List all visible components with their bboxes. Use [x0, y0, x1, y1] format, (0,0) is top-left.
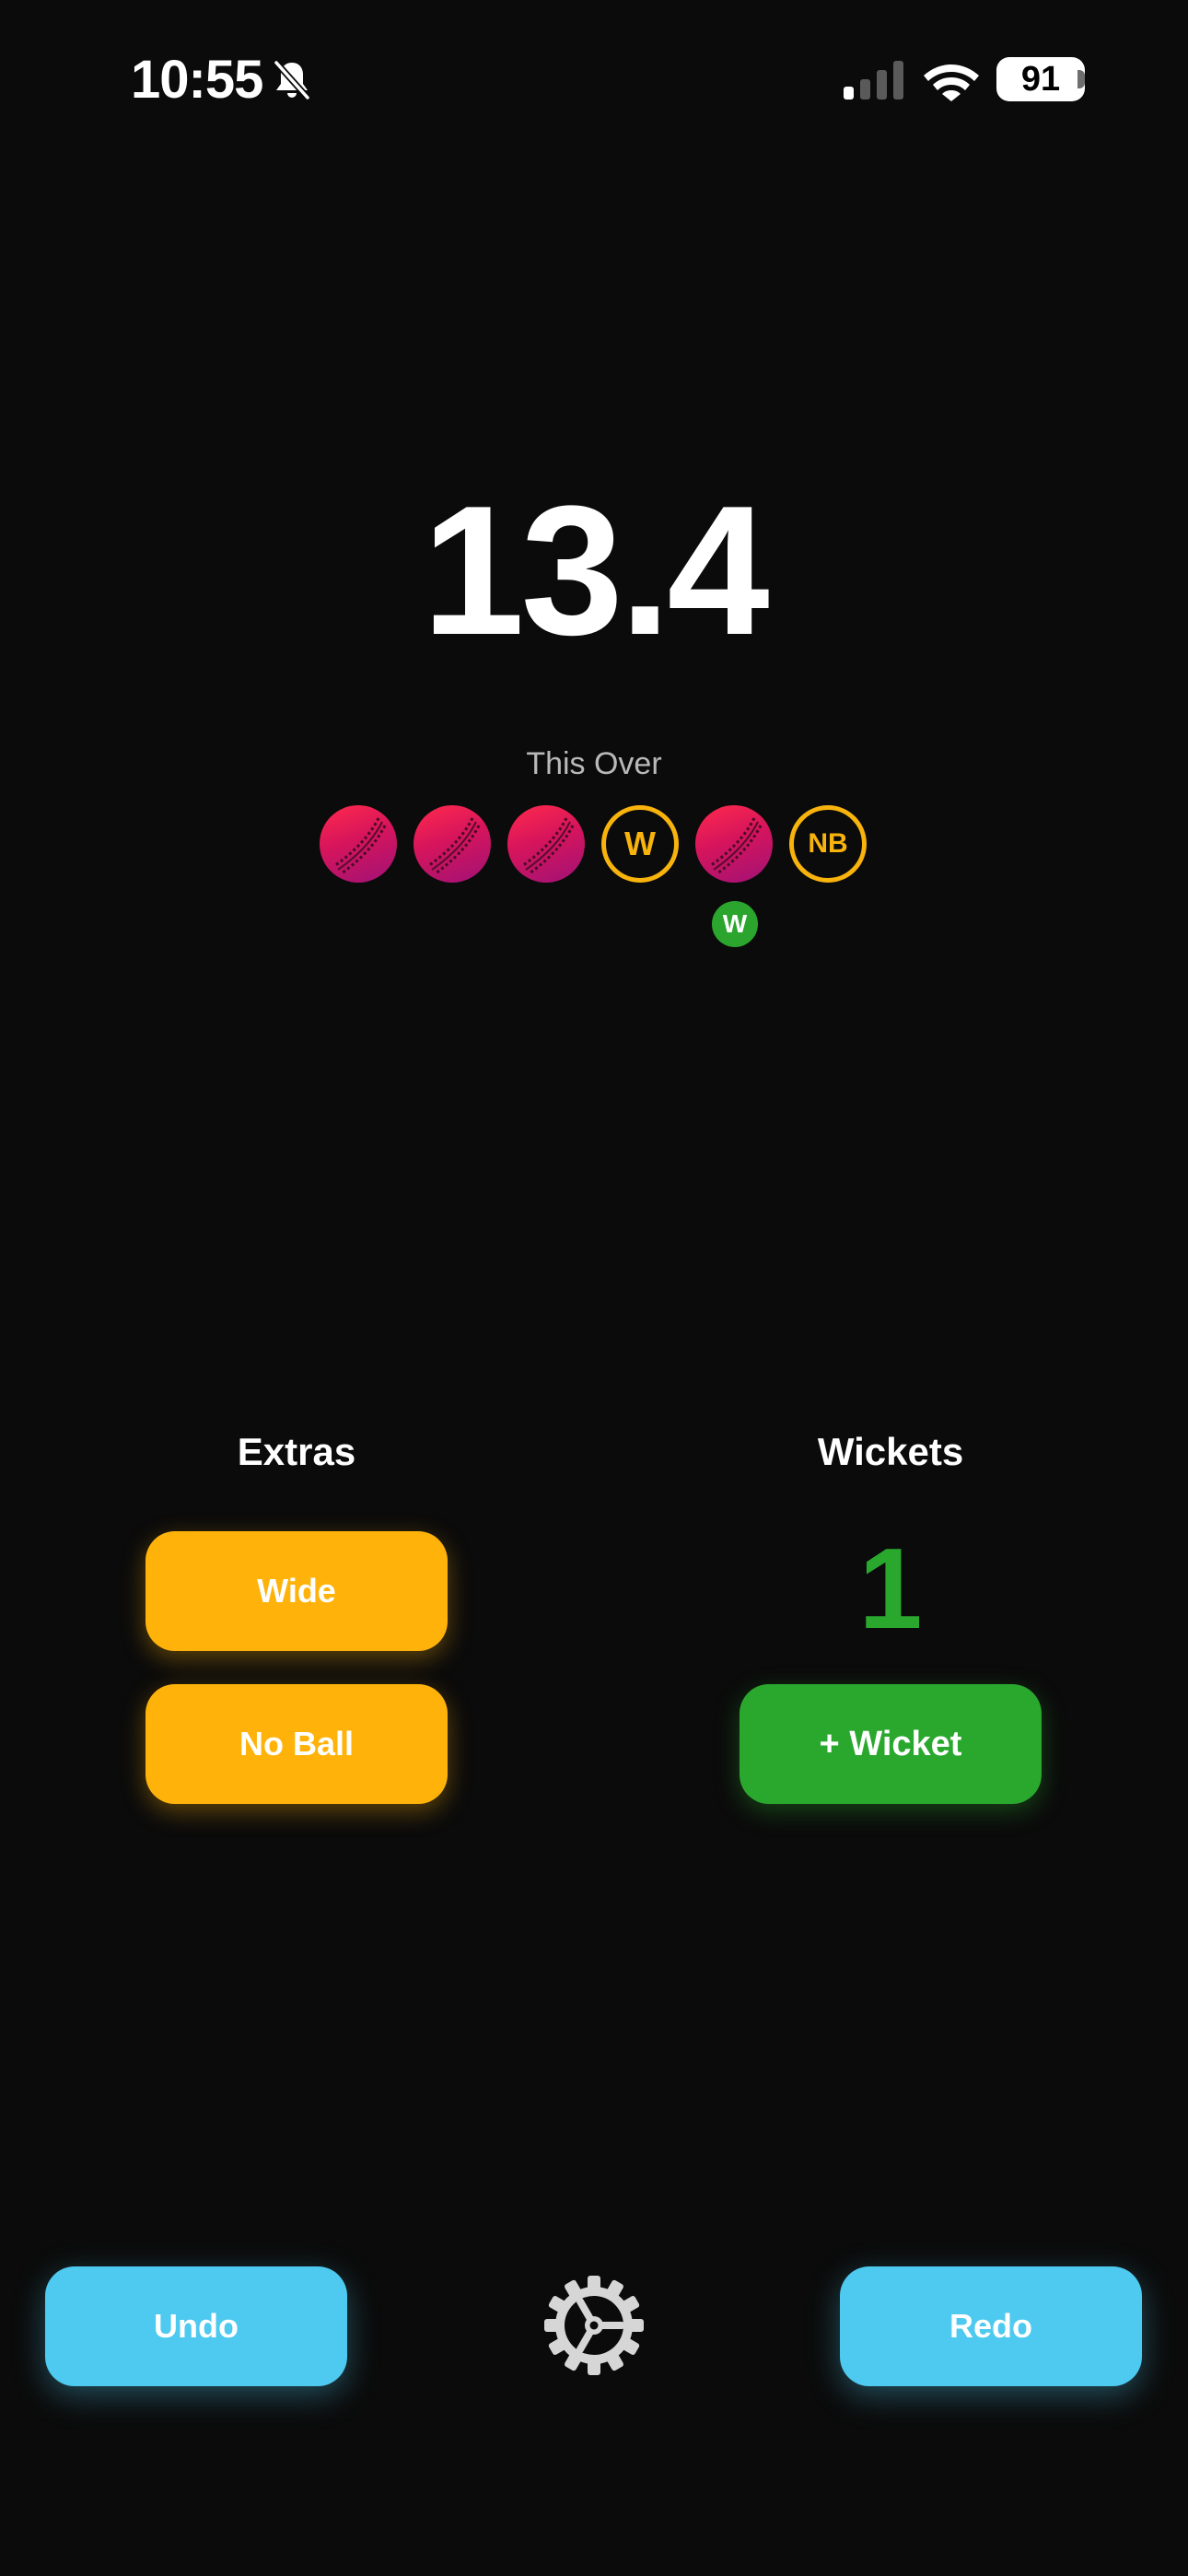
undo-button[interactable]: Undo: [45, 2266, 347, 2386]
gear-icon[interactable]: [544, 2276, 644, 2375]
wide-marker: W: [601, 805, 679, 883]
cricket-ball-icon: [413, 805, 491, 883]
bell-slash-icon: [274, 60, 310, 100]
cricket-ball-icon: [695, 805, 773, 883]
delivery-extra-no-ball: NB: [789, 805, 867, 883]
no-ball-marker: NB: [789, 805, 867, 883]
delivery-extra-wide: W: [601, 805, 679, 883]
redo-button[interactable]: Redo: [840, 2266, 1142, 2386]
extras-title: Extras: [237, 1430, 356, 1473]
status-time: 10:55: [131, 50, 263, 110]
wicket-badge: W: [712, 901, 758, 947]
add-wicket-button[interactable]: + Wicket: [740, 1684, 1042, 1804]
wide-button[interactable]: Wide: [146, 1531, 448, 1651]
overs-display: 13.4: [422, 468, 769, 673]
delivery-ball: [695, 805, 773, 883]
cricket-ball-icon: [507, 805, 585, 883]
wicket-count: 1: [858, 1526, 923, 1653]
delivery-ball: [413, 805, 491, 883]
battery-icon: 91: [996, 57, 1085, 101]
no-ball-button[interactable]: No Ball: [146, 1684, 448, 1804]
wifi-icon: [924, 64, 979, 101]
wickets-title: Wickets: [817, 1430, 964, 1473]
delivery-ball: [507, 805, 585, 883]
battery-tip: [1077, 70, 1085, 88]
cricket-ball-icon: [320, 805, 397, 883]
cellular-signal-icon: [844, 61, 903, 100]
this-over-label: This Over: [526, 746, 662, 781]
delivery-ball: [320, 805, 397, 883]
